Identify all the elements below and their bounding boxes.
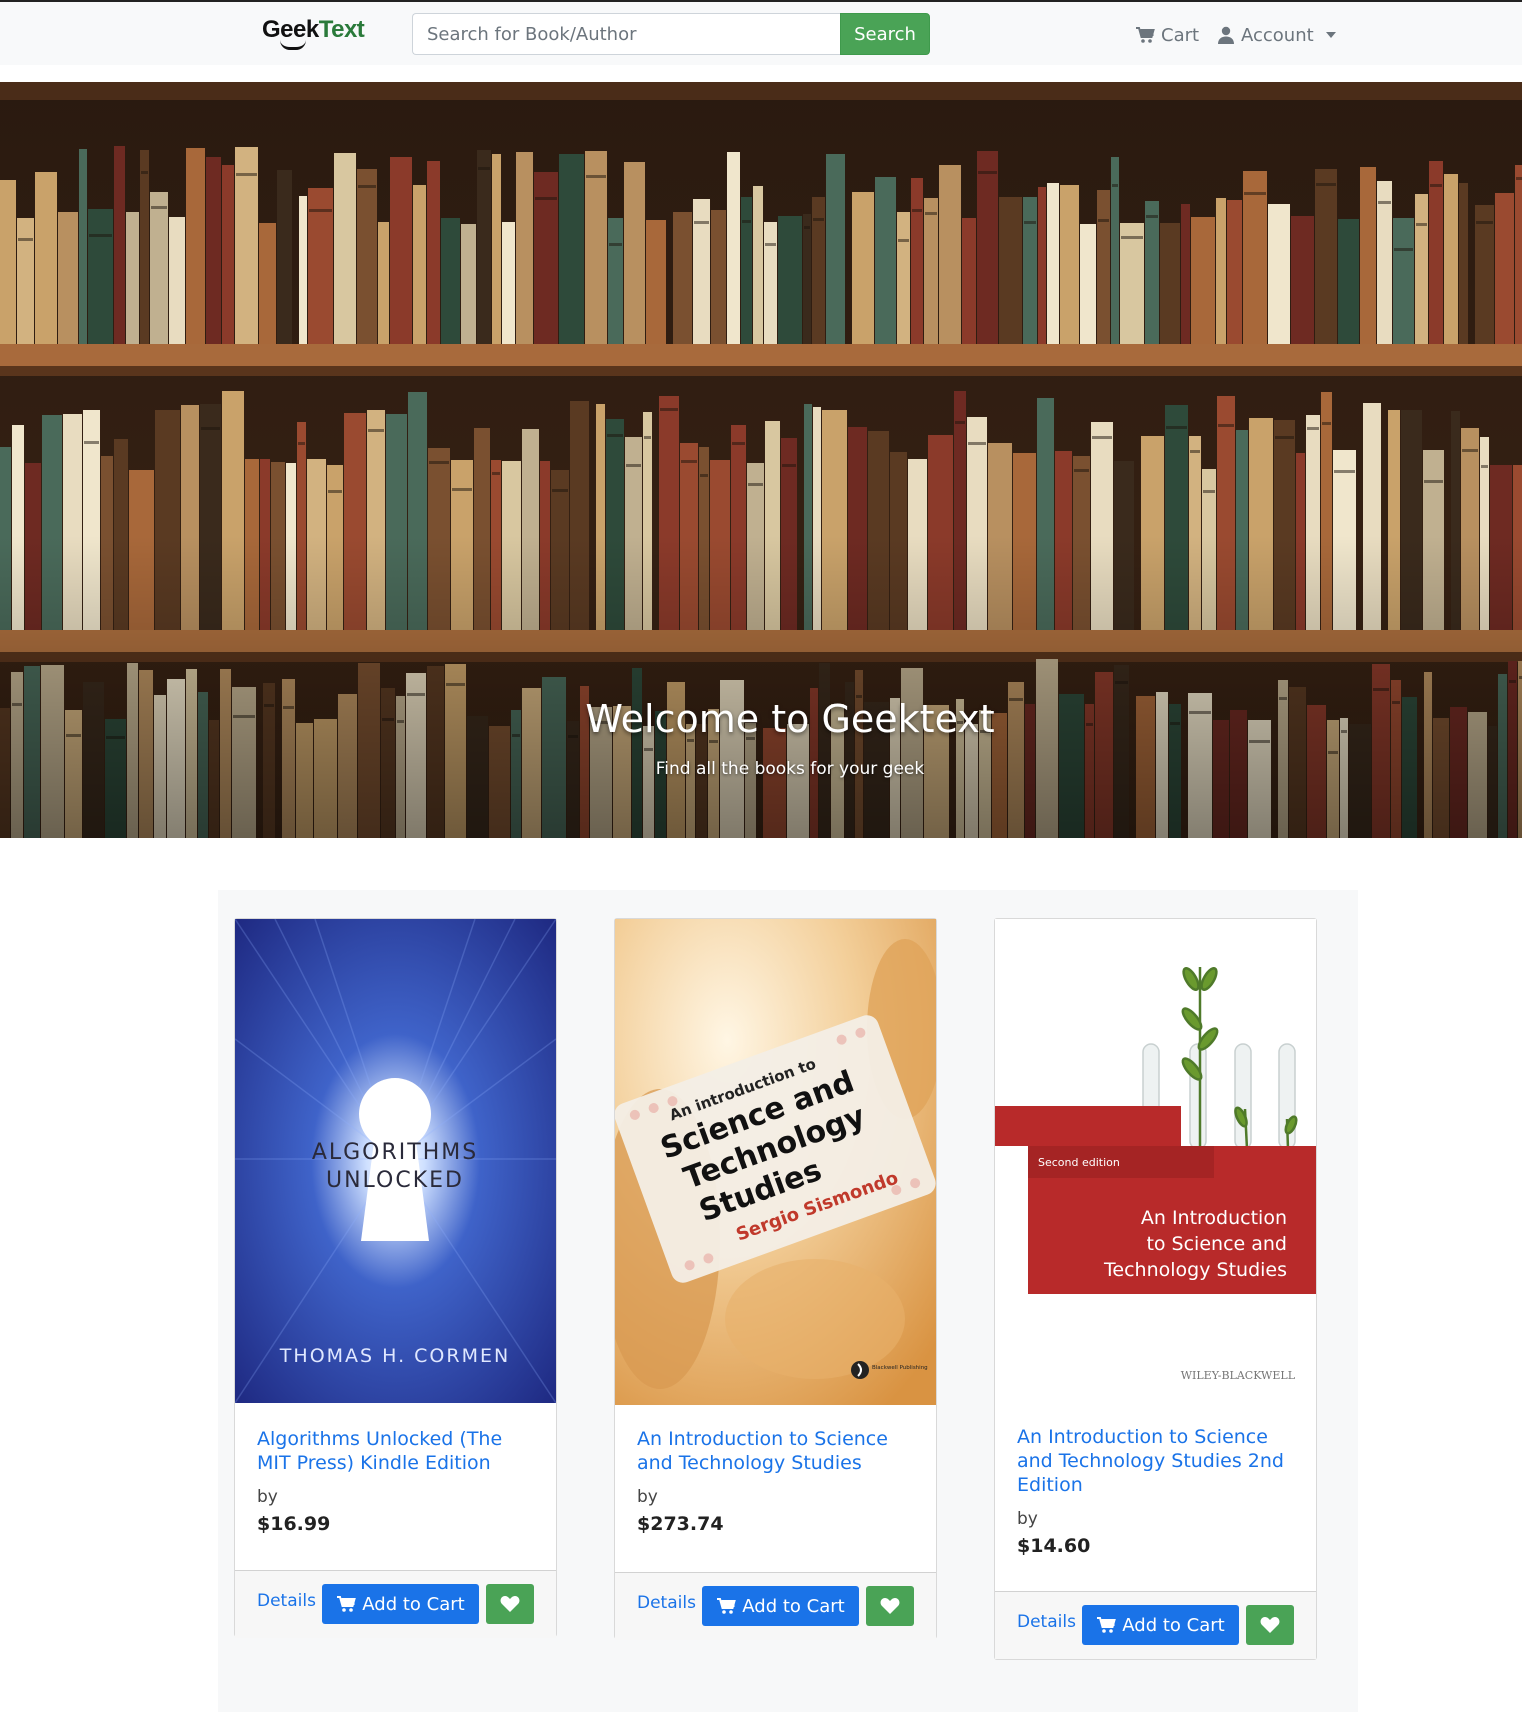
add-to-cart-button[interactable]: Add to Cart xyxy=(322,1584,479,1624)
book-author: by xyxy=(257,1487,278,1507)
book-title-link[interactable]: An Introduction to Science and Technolog… xyxy=(1017,1425,1294,1497)
book-author: by xyxy=(1017,1509,1038,1529)
cart-label: Cart xyxy=(1161,24,1200,46)
heart-icon xyxy=(880,1598,900,1614)
account-label: Account xyxy=(1241,24,1314,46)
heart-icon xyxy=(500,1596,520,1612)
cover-edition: Second edition xyxy=(1038,1156,1120,1169)
site-logo[interactable]: GeekText xyxy=(262,16,365,44)
book-cover-image[interactable]: Second edition An Introduction to Scienc… xyxy=(995,919,1316,1400)
chevron-down-icon xyxy=(1325,32,1336,38)
add-to-cart-label: Add to Cart xyxy=(742,1595,845,1617)
wishlist-button[interactable] xyxy=(866,1586,914,1626)
hero-subtitle: Find all the books for your geek xyxy=(655,759,925,779)
cover-title-line3: Technology Studies xyxy=(1103,1259,1287,1281)
cart-icon xyxy=(1097,1617,1117,1633)
details-link[interactable]: Details xyxy=(637,1593,696,1613)
hero-title: Welcome to Geektext xyxy=(585,697,995,741)
wishlist-button[interactable] xyxy=(486,1584,534,1624)
cover-title-line1: ALGORITHMS xyxy=(312,1140,478,1165)
cart-link[interactable]: Cart xyxy=(1135,22,1199,48)
navbar: GeekText Search Cart Account xyxy=(0,0,1522,65)
logo-smile xyxy=(280,40,306,50)
book-title-link[interactable]: An Introduction to Science and Technolog… xyxy=(637,1427,914,1475)
book-card: Second edition An Introduction to Scienc… xyxy=(994,918,1317,1660)
book-author: by xyxy=(637,1487,658,1507)
add-to-cart-label: Add to Cart xyxy=(362,1593,465,1615)
cover-author: Sergio Sismondo xyxy=(1161,1310,1287,1328)
cover-publisher: Blackwell Publishing xyxy=(872,1365,928,1371)
cover-title-line2: to Science and xyxy=(1146,1233,1287,1255)
cover-title-line2: UNLOCKED xyxy=(326,1168,464,1193)
wishlist-button[interactable] xyxy=(1246,1605,1294,1645)
cover-publisher: WILEY-BLACKWELL xyxy=(1181,1369,1296,1382)
details-link[interactable]: Details xyxy=(1017,1612,1076,1632)
book-price: $14.60 xyxy=(1017,1535,1091,1557)
search-button[interactable]: Search xyxy=(840,13,930,55)
account-dropdown[interactable]: Account xyxy=(1217,22,1336,48)
add-to-cart-label: Add to Cart xyxy=(1122,1614,1225,1636)
book-cover-image[interactable]: An introduction to Science and Technolog… xyxy=(615,919,936,1405)
book-cover-image[interactable]: ALGORITHMS UNLOCKED THOMAS H. CORMEN xyxy=(235,919,556,1403)
add-to-cart-button[interactable]: Add to Cart xyxy=(1082,1605,1239,1645)
cart-icon xyxy=(1136,27,1155,43)
details-link[interactable]: Details xyxy=(257,1591,316,1611)
heart-icon xyxy=(1260,1617,1280,1633)
add-to-cart-button[interactable]: Add to Cart xyxy=(702,1586,859,1626)
hero-banner: Welcome to Geektext Find all the books f… xyxy=(0,82,1522,838)
search-input[interactable] xyxy=(412,13,841,55)
user-icon xyxy=(1218,26,1234,44)
book-price: $273.74 xyxy=(637,1513,724,1535)
book-card: An introduction to Science and Technolog… xyxy=(614,918,937,1640)
book-card: ALGORITHMS UNLOCKED THOMAS H. CORMEN Alg… xyxy=(234,918,557,1638)
cart-icon xyxy=(337,1596,357,1612)
cover-title-line1: An Introduction xyxy=(1141,1207,1287,1229)
cart-icon xyxy=(717,1598,737,1614)
book-price: $16.99 xyxy=(257,1513,331,1535)
cover-author: THOMAS H. CORMEN xyxy=(279,1345,510,1367)
book-title-link[interactable]: Algorithms Unlocked (The MIT Press) Kind… xyxy=(257,1427,534,1475)
